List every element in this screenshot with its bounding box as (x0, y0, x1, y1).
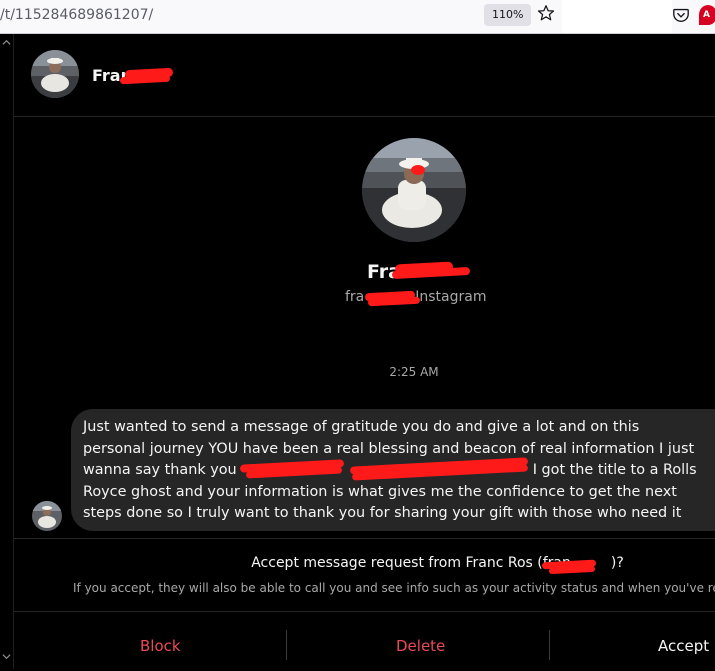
handle-suffix: Instagram (415, 289, 487, 305)
extension-icon[interactable]: A (699, 5, 715, 25)
request-title: Accept message request from Franc Ros (f… (14, 555, 715, 571)
message-line: wanna say thank you (83, 462, 237, 479)
accept-button[interactable]: Accept (658, 637, 709, 655)
message-line: I got the title to a Rolls (532, 462, 697, 479)
sender-avatar[interactable] (32, 501, 62, 531)
redaction-mark (119, 74, 171, 85)
handle-prefix: fra (345, 289, 365, 305)
divider (286, 630, 287, 660)
message-line: personal journey YOU have been a real bl… (83, 440, 695, 457)
profile-avatar[interactable] (362, 138, 466, 242)
redaction-mark (548, 565, 596, 575)
zoom-level-badge[interactable]: 110% (484, 4, 532, 26)
avatar[interactable] (31, 50, 79, 98)
conversation-header: Fran (14, 34, 715, 117)
message-timestamp: 2:25 AM (389, 365, 439, 379)
message-line: Royce ghost and your information is what… (83, 483, 677, 500)
message-line: Just wanted to send a message of gratitu… (83, 419, 640, 435)
pocket-icon[interactable] (672, 6, 690, 24)
divider (549, 630, 550, 660)
delete-button[interactable]: Delete (396, 637, 445, 655)
toolbar-spacer (562, 0, 672, 33)
request-action-bar: Block Delete Accept (14, 611, 715, 671)
chevron-down-icon[interactable] (2, 652, 11, 661)
chevron-up-icon[interactable] (2, 38, 11, 47)
request-description: If you accept, they will also be able to… (73, 581, 715, 595)
block-button[interactable]: Block (140, 637, 181, 655)
scroll-strip[interactable] (0, 34, 14, 669)
browser-toolbar: /t/115284689861207/ 110% A (0, 0, 715, 34)
request-title-end: )? (610, 555, 624, 571)
request-title-start: Accept message request from Franc Ros (f… (251, 555, 571, 571)
message-line: steps done so I truly want to thank you … (83, 505, 682, 522)
url-text[interactable]: /t/115284689861207/ (0, 7, 153, 23)
star-icon[interactable] (537, 4, 555, 22)
message-request-panel: Accept message request from Franc Ros (f… (14, 538, 715, 670)
